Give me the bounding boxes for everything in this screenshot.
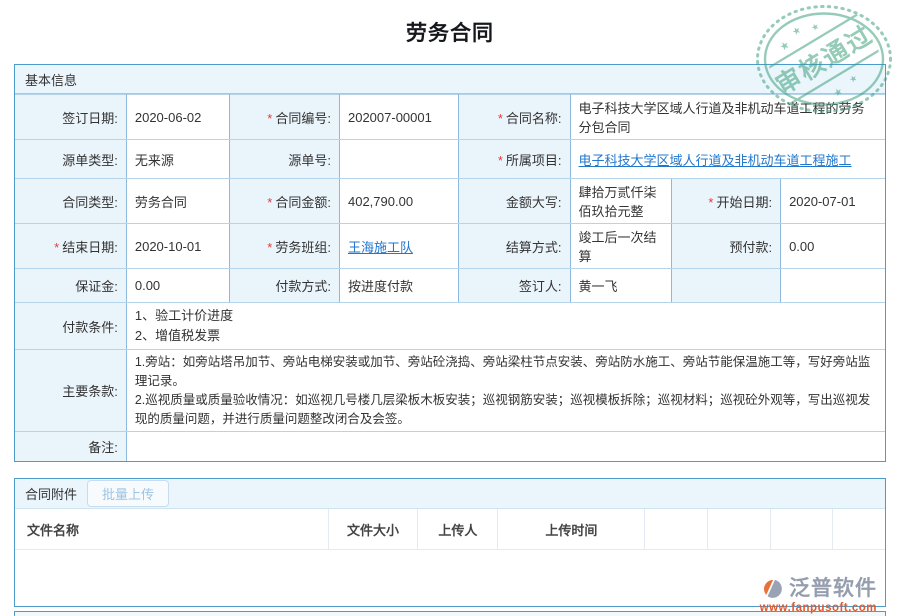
pay-method-value: 按进度付款 (339, 269, 458, 303)
basic-info-table: 签订日期: 2020-06-02 *合同编号: 202007-00001 *合同… (15, 94, 885, 461)
source-no-label: 源单号: (230, 140, 340, 179)
labor-team-value: 王海施工队 (339, 224, 458, 269)
required-mark: * (267, 240, 272, 255)
basic-info-panel: 基本信息 签订日期: 2020-06-02 *合同编号: 202007-0000… (14, 64, 886, 462)
end-date-value: 2020-10-01 (126, 224, 230, 269)
attach-col-empty-2 (708, 509, 771, 550)
label-text: 结束日期: (62, 240, 118, 255)
label-text: 源单类型: (62, 153, 118, 168)
attachments-section-title: 合同附件 (25, 484, 77, 503)
main-terms-value: 1.旁站：如旁站塔吊加节、旁站电梯安装或加节、旁站砼浇捣、旁站梁柱节点安装、旁站… (126, 350, 885, 432)
source-no-value (339, 140, 458, 179)
contract-amount-value: 402,790.00 (339, 179, 458, 224)
required-mark: * (267, 195, 272, 210)
label-text: 签订人: (519, 279, 562, 294)
label-text: 金额大写: (506, 195, 562, 210)
label-text: 主要条款: (62, 384, 118, 399)
remark-label: 备注: (15, 432, 126, 461)
main-terms-line: 1.旁站：如旁站塔吊加节、旁站电梯安装或加节、旁站砼浇捣、旁站梁柱节点安装、旁站… (135, 353, 877, 391)
required-mark: * (708, 195, 713, 210)
signer-label: 签订人: (459, 269, 570, 303)
label-text: 付款方式: (275, 279, 331, 294)
label-text: 预付款: (729, 240, 772, 255)
label-text: 备注: (88, 440, 118, 455)
batch-upload-button[interactable]: 批量上传 (87, 480, 169, 507)
contract-no-value: 202007-00001 (339, 95, 458, 140)
labor-team-link[interactable]: 王海施工队 (348, 240, 413, 255)
attach-col-filename: 文件名称 (15, 509, 328, 550)
label-text: 签订日期: (62, 111, 118, 126)
pay-condition-line: 1、验工计价进度 (135, 306, 877, 326)
label-text: 合同类型: (62, 195, 118, 210)
sign-date-value: 2020-06-02 (126, 95, 230, 140)
prepayment-value: 0.00 (781, 224, 885, 269)
attach-col-empty-3 (770, 509, 833, 550)
main-terms-line: 2.巡视质量或质量验收情况：如巡视几号楼几层梁板木板安装；巡视钢筋安装；巡视模板… (135, 391, 877, 429)
settle-method-label: 结算方式: (459, 224, 570, 269)
source-type-value: 无来源 (126, 140, 230, 179)
page-title: 劳务合同 (0, 0, 900, 64)
pay-condition-value: 1、验工计价进度 2、增值税发票 (126, 303, 885, 350)
project-value: 电子科技大学区域人行道及非机动车道工程施工 (570, 140, 885, 179)
attach-col-filesize: 文件大小 (328, 509, 418, 550)
start-date-value: 2020-07-01 (781, 179, 885, 224)
start-date-label: *开始日期: (672, 179, 781, 224)
main-terms-label: 主要条款: (15, 350, 126, 432)
contract-no-label: *合同编号: (230, 95, 340, 140)
label-text: 劳务班组: (275, 240, 331, 255)
empty-value-cell (781, 269, 885, 303)
remark-value (126, 432, 885, 461)
deposit-value: 0.00 (126, 269, 230, 303)
vendor-brand-text: 泛普软件 (789, 578, 877, 599)
fanpu-logo-icon (763, 578, 785, 600)
next-section-top-edge (14, 611, 886, 616)
signer-value: 黄一飞 (570, 269, 672, 303)
label-text: 合同编号: (275, 111, 331, 126)
required-mark: * (498, 111, 503, 126)
amount-caps-label: 金额大写: (459, 179, 570, 224)
project-link[interactable]: 电子科技大学区域人行道及非机动车道工程施工 (579, 153, 852, 168)
label-text: 开始日期: (716, 195, 772, 210)
contract-amount-label: *合同金额: (230, 179, 340, 224)
vendor-url-text: www.fanpusoft.com (760, 603, 877, 615)
pay-condition-line: 2、增值税发票 (135, 326, 877, 346)
attach-col-empty-4 (833, 509, 885, 550)
basic-info-section-title: 基本信息 (15, 65, 885, 94)
source-type-label: 源单类型: (15, 140, 126, 179)
label-text: 源单号: (288, 153, 331, 168)
label-text: 付款条件: (62, 320, 118, 335)
attachments-empty-body (15, 550, 885, 606)
deposit-label: 保证金: (15, 269, 126, 303)
contract-type-value: 劳务合同 (126, 179, 230, 224)
contract-type-label: 合同类型: (15, 179, 126, 224)
required-mark: * (498, 153, 503, 168)
label-text: 所属项目: (506, 153, 562, 168)
pay-condition-label: 付款条件: (15, 303, 126, 350)
pay-method-label: 付款方式: (230, 269, 340, 303)
label-text: 合同金额: (275, 195, 331, 210)
settle-method-value: 竣工后一次结算 (570, 224, 672, 269)
prepayment-label: 预付款: (672, 224, 781, 269)
attachments-header: 合同附件 批量上传 (15, 479, 885, 509)
label-text: 结算方式: (506, 240, 562, 255)
empty-label-cell (672, 269, 781, 303)
labor-team-label: *劳务班组: (230, 224, 340, 269)
project-label: *所属项目: (459, 140, 570, 179)
contract-name-label: *合同名称: (459, 95, 570, 140)
sign-date-label: 签订日期: (15, 95, 126, 140)
attach-col-empty-1 (645, 509, 708, 550)
attachments-panel: 合同附件 批量上传 文件名称 文件大小 上传人 上传时间 泛普软件 www.fa… (14, 478, 886, 608)
attach-col-uploader: 上传人 (418, 509, 498, 550)
contract-name-value: 电子科技大学区域人行道及非机动车道工程的劳务分包合同 (570, 95, 885, 140)
attach-col-uploadtime: 上传时间 (498, 509, 645, 550)
required-mark: * (54, 240, 59, 255)
label-text: 合同名称: (506, 111, 562, 126)
attachments-table: 文件名称 文件大小 上传人 上传时间 (15, 509, 885, 551)
vendor-watermark: 泛普软件 www.fanpusoft.com (760, 578, 877, 615)
end-date-label: *结束日期: (15, 224, 126, 269)
amount-caps-value: 肆拾万贰仟柒佰玖拾元整 (570, 179, 672, 224)
required-mark: * (267, 111, 272, 126)
label-text: 保证金: (75, 279, 118, 294)
